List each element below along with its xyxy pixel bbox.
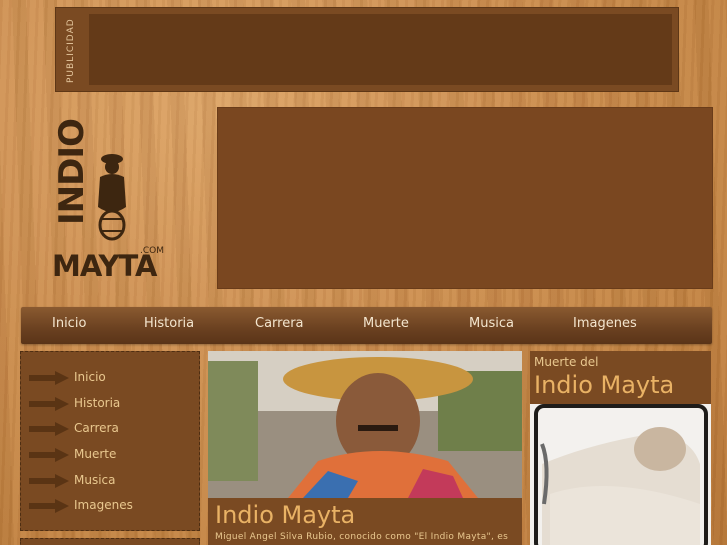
sidebar-item-label: Musica [74, 473, 116, 487]
sidebar-item-carrera[interactable]: Carrera [29, 419, 194, 439]
sidebar-item-inicio[interactable]: Inicio [29, 368, 194, 388]
feature-title[interactable]: Indio Mayta [215, 501, 355, 529]
arrow-right-icon [29, 397, 69, 411]
logo-suffix: .COM [140, 246, 164, 256]
sidebar-item-musica[interactable]: Musica [29, 471, 194, 491]
nav-item-historia[interactable]: Historia [144, 307, 194, 344]
sidebar-menu: Inicio Historia Carrera Muerte Musica Im… [20, 351, 200, 531]
nav-item-muerte[interactable]: Muerte [363, 307, 409, 344]
arrow-right-icon [29, 422, 69, 436]
ad-label: PUBLICIDAD [66, 18, 76, 84]
arrow-right-icon [29, 448, 69, 462]
ad-slot[interactable] [89, 14, 672, 85]
main-nav: Inicio Historia Carrera Muerte Musica Im… [21, 307, 712, 344]
sidebar-item-muerte[interactable]: Muerte [29, 445, 194, 465]
sidebar-item-label: Imagenes [74, 498, 133, 512]
logo-word-indio: INDIO [52, 119, 92, 225]
site-logo[interactable]: INDIO MAYTA .COM [50, 119, 165, 285]
arrow-right-icon [29, 371, 69, 385]
feature-photo[interactable] [208, 351, 522, 498]
arrow-right-icon [29, 499, 69, 513]
nav-item-carrera[interactable]: Carrera [255, 307, 304, 344]
sidebar-item-label: Inicio [74, 370, 106, 384]
ad-banner-top: PUBLICIDAD [55, 7, 679, 92]
arrow-right-icon [29, 474, 69, 488]
sidebar-item-label: Carrera [74, 421, 119, 435]
nav-item-inicio[interactable]: Inicio [52, 307, 86, 344]
sidebar-item-label: Muerte [74, 447, 117, 461]
sidebar-item-imagenes[interactable]: Imagenes [29, 496, 194, 516]
death-pre-title: Muerte del [534, 355, 599, 369]
death-photo[interactable] [530, 404, 711, 545]
death-article: Muerte del Indio Mayta [530, 351, 711, 545]
nav-item-imagenes[interactable]: Imagenes [573, 307, 637, 344]
nav-item-musica[interactable]: Musica [469, 307, 514, 344]
logo-figure-icon [98, 154, 126, 241]
sidebar-secondary-box [20, 538, 200, 545]
sidebar-item-historia[interactable]: Historia [29, 394, 194, 414]
death-title[interactable]: Indio Mayta [534, 371, 674, 399]
feature-article: Indio Mayta Miguel Ángel Silva Rubio, co… [208, 351, 522, 545]
sidebar-item-label: Historia [74, 396, 121, 410]
feature-text: Miguel Ángel Silva Rubio, conocido como … [215, 532, 509, 542]
header-banner [217, 107, 713, 289]
